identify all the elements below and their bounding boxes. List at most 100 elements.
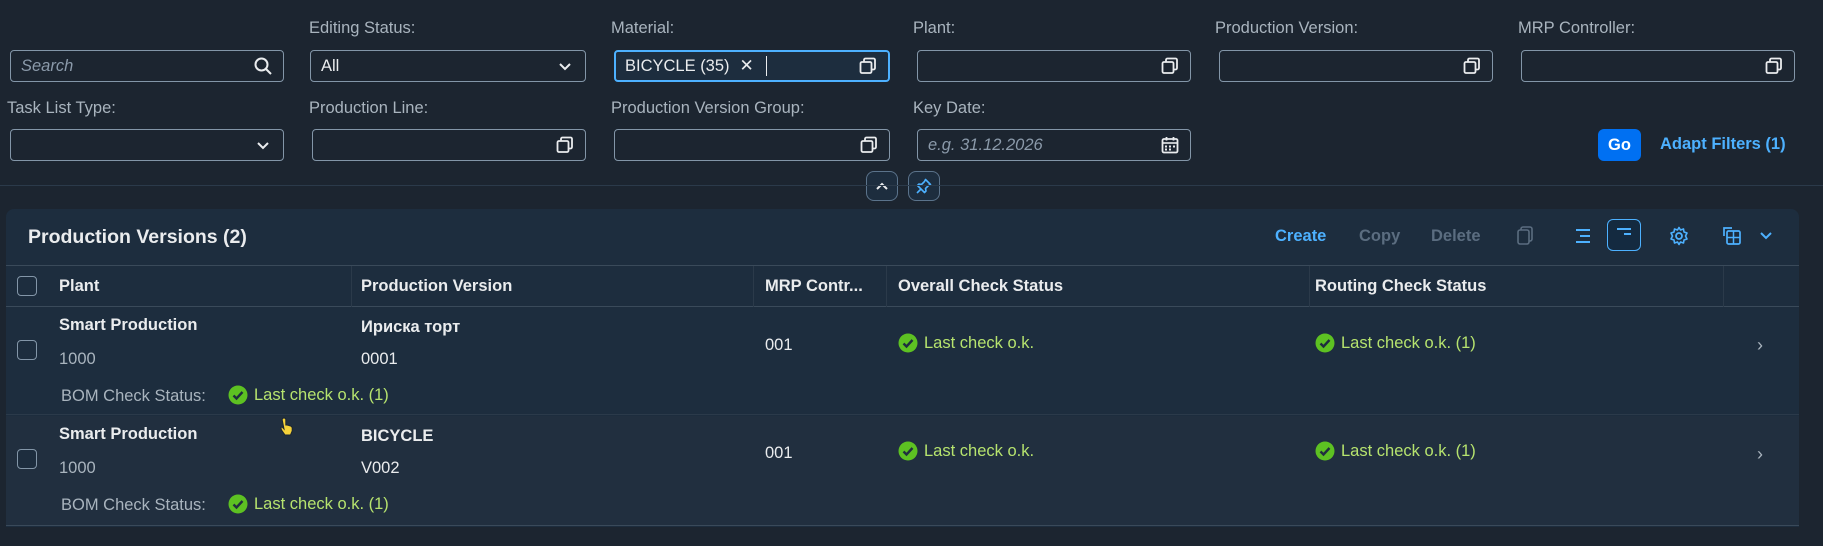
mrp-controller-label: MRP Controller:	[1518, 19, 1636, 37]
bom-check-status-text: Last check o.k. (1)	[254, 385, 389, 404]
table-title: Production Versions (2)	[28, 226, 247, 248]
close-icon[interactable]: ✕	[740, 56, 754, 76]
mrp-controller-value: 001	[765, 444, 793, 462]
export-spreadsheet-icon	[1723, 227, 1741, 245]
column-header-mrp-controller[interactable]: MRP Contr...	[765, 277, 863, 296]
check-circle-icon	[898, 441, 918, 461]
task-list-type-label: Task List Type:	[7, 99, 116, 117]
production-version-id: 0001	[361, 350, 398, 368]
material-input[interactable]: BICYCLE (35) ✕	[614, 50, 890, 82]
production-version-group-label: Production Version Group:	[611, 99, 805, 117]
bom-check-status: Last check o.k. (1)	[228, 385, 389, 405]
key-date-input[interactable]: e.g. 31.12.2026	[917, 129, 1191, 161]
value-help-icon[interactable]	[859, 135, 879, 155]
editing-status-value: All	[321, 56, 340, 75]
mrp-controller-input[interactable]	[1521, 50, 1795, 82]
overall-check-status-text: Last check o.k.	[924, 333, 1035, 352]
plant-name: Smart Production	[59, 425, 198, 443]
create-button[interactable]: Create	[1275, 227, 1326, 246]
export-button[interactable]	[1715, 220, 1749, 252]
column-header-plant[interactable]: Plant	[59, 277, 99, 296]
search-placeholder: Search	[21, 56, 74, 75]
filter-bar: Search Editing Status: All Material: BIC…	[0, 0, 1823, 201]
column-separator	[351, 266, 352, 307]
bom-check-status-label: BOM Check Status:	[61, 387, 206, 405]
chevron-up-icon	[876, 182, 888, 190]
key-date-placeholder: e.g. 31.12.2026	[928, 135, 1043, 154]
check-circle-icon	[228, 494, 248, 514]
delete-button[interactable]: Delete	[1431, 227, 1481, 246]
material-token-label: BICYCLE (35)	[625, 56, 730, 75]
row-navigation-icon[interactable]: ›	[1757, 444, 1763, 465]
bom-check-status-text: Last check o.k. (1)	[254, 494, 389, 513]
go-button[interactable]: Go	[1598, 129, 1641, 161]
value-help-icon[interactable]	[1160, 56, 1180, 76]
plant-id: 1000	[59, 459, 96, 477]
editing-status-select[interactable]: All	[310, 50, 586, 82]
routing-check-status: Last check o.k. (1)	[1315, 441, 1476, 461]
production-version-name: Ириска торт	[361, 318, 461, 336]
value-help-icon[interactable]	[1764, 56, 1784, 76]
column-separator	[886, 266, 887, 307]
column-header-production-version[interactable]: Production Version	[361, 277, 512, 296]
plant-label: Plant:	[913, 19, 956, 37]
pin-header-button[interactable]	[908, 171, 940, 201]
overall-check-status: Last check o.k.	[898, 333, 1034, 353]
material-label: Material:	[611, 19, 675, 37]
value-help-icon[interactable]	[555, 135, 575, 155]
production-version-group-input[interactable]	[614, 129, 890, 161]
collapse-header-button[interactable]	[866, 171, 898, 201]
chevron-down-icon[interactable]	[253, 135, 273, 155]
column-separator	[1723, 266, 1724, 307]
plant-id: 1000	[59, 350, 96, 368]
material-token[interactable]: BICYCLE (35) ✕	[625, 55, 756, 77]
column-header-routing-check-status[interactable]: Routing Check Status	[1315, 277, 1486, 296]
value-help-icon[interactable]	[1462, 56, 1482, 76]
pointer-cursor-icon	[279, 417, 295, 442]
gear-icon	[1670, 226, 1688, 246]
check-circle-icon	[898, 333, 918, 353]
chevron-down-icon[interactable]	[555, 56, 575, 76]
plant-input[interactable]	[917, 50, 1191, 82]
value-help-icon[interactable]	[858, 56, 878, 76]
expand-rows-icon	[1576, 229, 1590, 243]
production-version-name: BICYCLE	[361, 427, 434, 445]
mrp-controller-value: 001	[765, 336, 793, 354]
calendar-icon[interactable]	[1160, 135, 1180, 155]
check-circle-icon	[1315, 441, 1335, 461]
key-date-label: Key Date:	[913, 99, 986, 117]
export-menu-button[interactable]	[1753, 220, 1779, 252]
table-row[interactable]: Smart Production 1000 Ириска торт 0001 0…	[6, 307, 1799, 415]
collapse-rows-icon	[1617, 228, 1631, 235]
settings-button[interactable]	[1662, 220, 1696, 252]
pin-icon	[916, 178, 932, 194]
copy-to-clipboard-button[interactable]	[1508, 220, 1542, 252]
routing-check-status-text: Last check o.k. (1)	[1341, 333, 1476, 352]
row-navigation-icon[interactable]: ›	[1757, 335, 1763, 356]
row-checkbox[interactable]	[17, 449, 37, 469]
column-header-overall-check-status[interactable]: Overall Check Status	[898, 277, 1063, 296]
routing-check-status-text: Last check o.k. (1)	[1341, 441, 1476, 460]
search-input[interactable]: Search	[10, 50, 284, 82]
routing-check-status: Last check o.k. (1)	[1315, 333, 1476, 353]
bom-check-status: Last check o.k. (1)	[228, 494, 389, 514]
plant-name: Smart Production	[59, 316, 198, 334]
search-icon[interactable]	[253, 56, 273, 76]
production-version-input[interactable]	[1219, 50, 1493, 82]
check-circle-icon	[228, 385, 248, 405]
row-checkbox[interactable]	[17, 340, 37, 360]
expand-all-button[interactable]	[1566, 220, 1600, 252]
copy-button[interactable]: Copy	[1359, 227, 1400, 246]
production-versions-table: Production Versions (2) Create Copy Dele…	[6, 209, 1799, 527]
collapse-all-button[interactable]	[1607, 219, 1641, 251]
text-caret	[765, 56, 767, 76]
adapt-filters-button[interactable]: Adapt Filters (1)	[1660, 135, 1786, 154]
production-version-id: V002	[361, 459, 400, 477]
table-header: Plant Production Version MRP Contr... Ov…	[6, 265, 1799, 307]
production-line-input[interactable]	[312, 129, 586, 161]
select-all-checkbox[interactable]	[17, 276, 37, 296]
bom-check-status-label: BOM Check Status:	[61, 496, 206, 514]
column-separator	[1309, 266, 1310, 307]
task-list-type-select[interactable]	[10, 129, 284, 161]
table-row[interactable]: Smart Production 1000 BICYCLE V002 001 L…	[6, 416, 1799, 526]
